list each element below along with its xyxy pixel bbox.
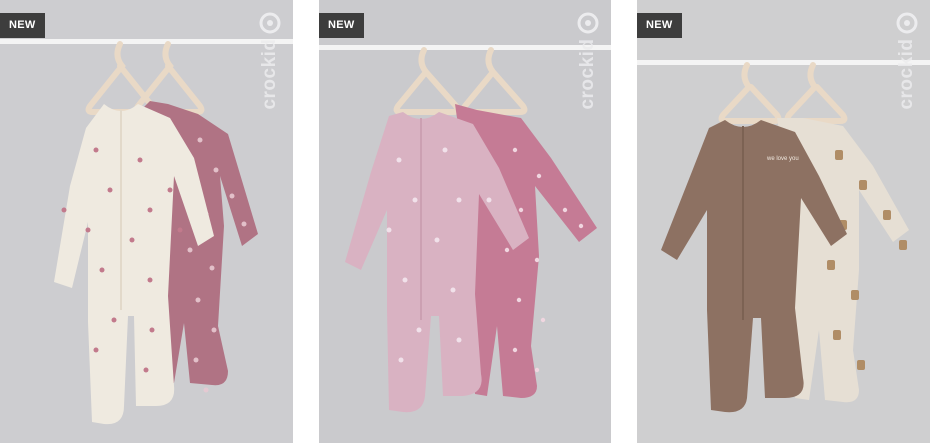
product-image[interactable] — [0, 0, 293, 443]
brand-watermark: crockid — [259, 12, 281, 134]
new-badge: NEW — [0, 13, 45, 38]
product-card-2[interactable]: NEW crockid — [319, 0, 611, 443]
brand-name: crockid — [577, 38, 598, 110]
brand-watermark: crockid — [577, 12, 599, 134]
crockid-logo-icon — [896, 12, 918, 34]
crockid-logo-icon — [577, 12, 599, 34]
brand-name: crockid — [896, 38, 917, 110]
crockid-logo-icon — [259, 12, 281, 34]
product-image[interactable]: we love you — [637, 0, 930, 443]
new-badge: NEW — [319, 13, 364, 38]
brand-name: crockid — [259, 38, 280, 110]
brand-watermark: crockid — [896, 12, 918, 134]
new-badge: NEW — [637, 13, 682, 38]
product-card-1[interactable]: NEW crockid — [0, 0, 293, 443]
product-image[interactable] — [319, 0, 611, 443]
chest-print: we love you — [766, 156, 799, 162]
product-card-3[interactable]: we love you NEW crockid — [637, 0, 930, 443]
